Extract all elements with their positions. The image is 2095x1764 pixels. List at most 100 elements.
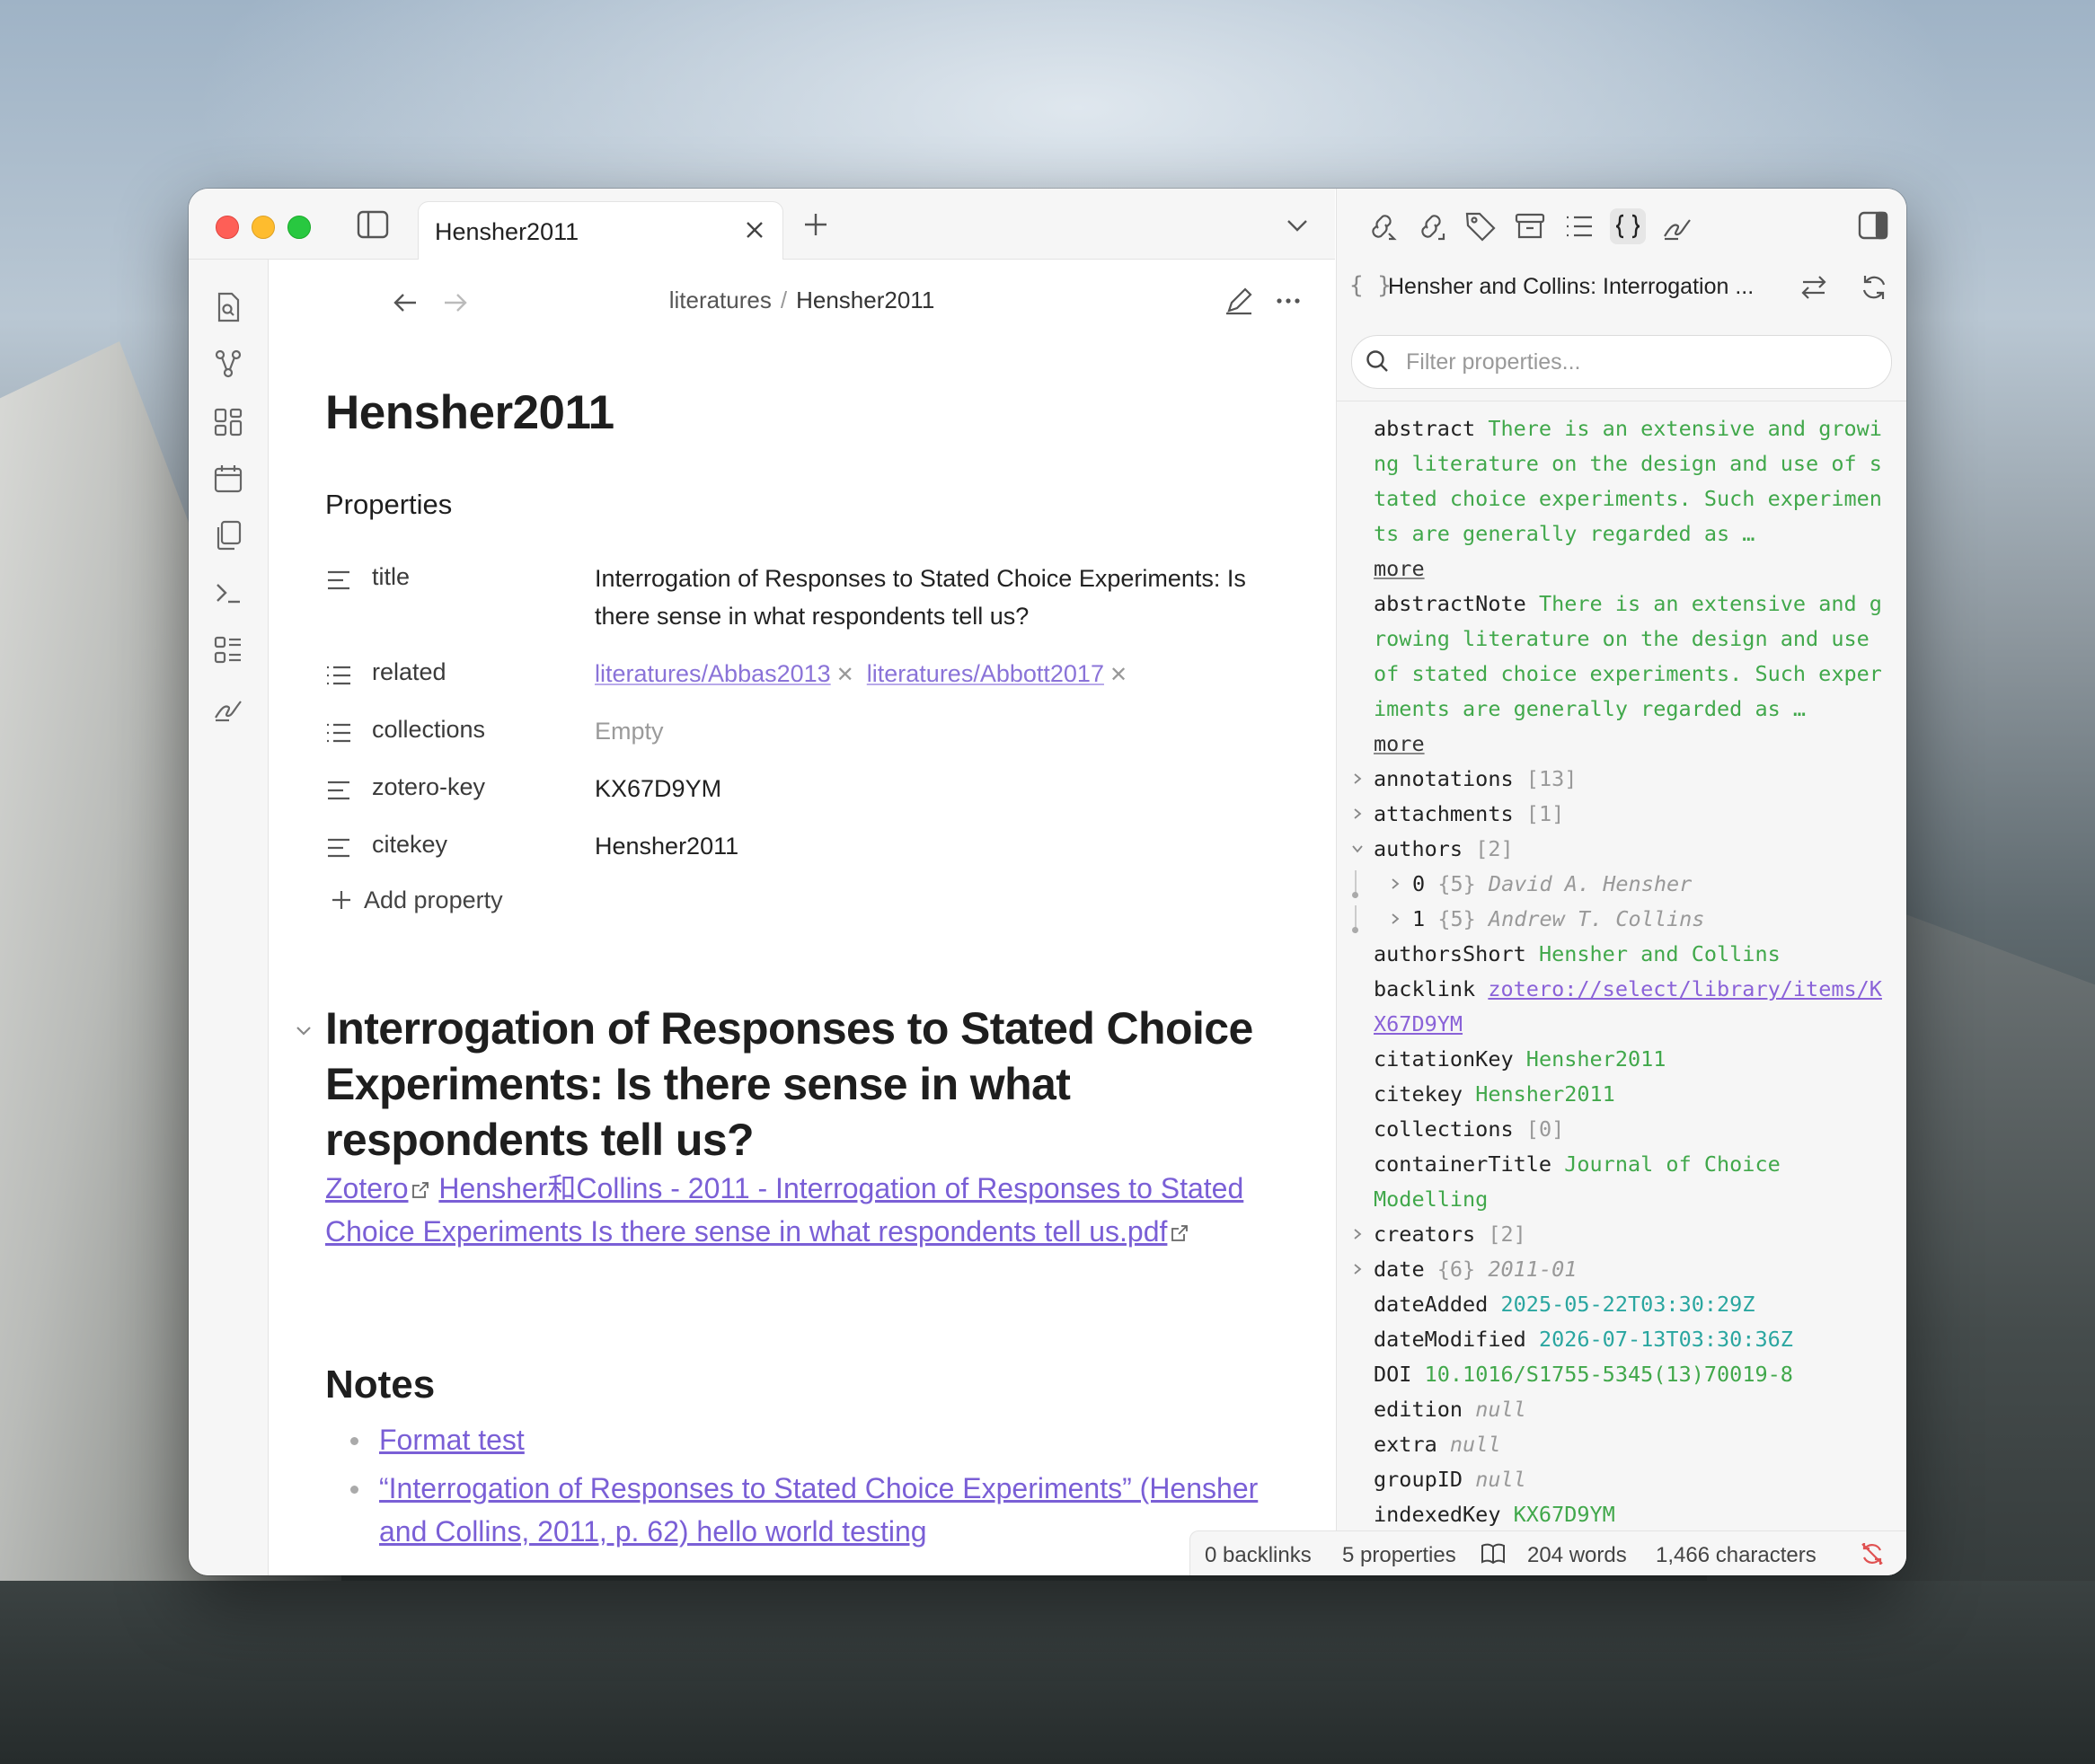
list-layout-icon[interactable] [211,633,245,667]
json-key: backlink [1374,976,1476,1001]
json-entry-citekey[interactable]: citekey Hensher2011 [1337,1077,1906,1112]
text-property-icon[interactable] [325,834,352,861]
quick-switcher-icon[interactable] [211,290,245,324]
signature-icon[interactable] [211,691,245,725]
json-entry-creators[interactable]: creators [2] [1337,1217,1906,1252]
json-properties-braces-icon[interactable] [1610,208,1646,244]
notes-heading[interactable]: Notes [325,1363,435,1407]
zotero-link[interactable]: Zotero [325,1172,408,1204]
more-link[interactable]: more [1374,731,1425,756]
chevron-down-icon[interactable] [1351,842,1364,855]
breadcrumb-current[interactable]: Hensher2011 [796,287,934,313]
property-value[interactable]: KX67D9YM [595,770,1277,807]
pdf-link[interactable]: Hensher和Collins - 2011 - Interrogation o… [325,1172,1243,1248]
archive-icon[interactable] [1512,208,1548,244]
note-title[interactable]: Hensher2011 [325,385,614,440]
filter-properties-field[interactable] [1351,335,1892,389]
json-entry-annotations[interactable]: annotations [13] [1337,762,1906,797]
properties-heading[interactable]: Properties [325,489,452,521]
character-count[interactable]: 1,466 characters [1656,1543,1817,1568]
property-key[interactable]: collections [372,716,485,744]
remove-link-icon[interactable]: ✕ [1109,663,1127,687]
json-entry-authorsShort[interactable]: authorsShort Hensher and Collins [1337,937,1906,972]
property-key[interactable]: zotero-key [372,773,485,801]
more-link[interactable]: more [1374,556,1425,581]
close-window-button[interactable] [216,216,239,239]
calendar-icon[interactable] [211,462,245,496]
tab-list-chevron-down-icon[interactable] [1283,212,1312,239]
json-entry-dateModified[interactable]: dateModified 2026-07-13T03:30:36Z [1337,1322,1906,1357]
property-key[interactable]: citekey [372,831,447,859]
copy-files-icon[interactable] [211,518,245,552]
chevron-right-icon[interactable] [1389,913,1401,925]
json-entry-dateAdded[interactable]: dateAdded 2025-05-22T03:30:29Z [1337,1287,1906,1322]
text-property-icon[interactable] [325,777,352,804]
json-entry-indexedKey[interactable]: indexedKey KX67D9YM [1337,1497,1906,1532]
json-entry-backlink[interactable]: backlink zotero://select/library/items/K… [1337,972,1906,1042]
refresh-icon[interactable] [1859,272,1889,303]
edit-pencil-icon[interactable] [1223,285,1255,317]
main-heading[interactable]: Interrogation of Responses to Stated Cho… [325,1001,1277,1168]
property-value[interactable]: Hensher2011 [595,827,1277,865]
related-link[interactable]: literatures/Abbott2017 [867,660,1104,687]
signature-icon[interactable] [1660,208,1696,244]
json-entry-containerTitle[interactable]: containerTitle Journal of Choice Modelli… [1337,1147,1906,1217]
tab-title: Hensher2011 [435,218,579,245]
related-link[interactable]: literatures/Abbas2013 [595,660,831,687]
json-entry-author-0[interactable]: 0 {5} David A. Hensher [1337,867,1906,902]
list-item: Format test [325,1418,1277,1461]
add-property-button[interactable]: Add property [330,886,503,914]
word-count[interactable]: 204 words [1527,1543,1627,1568]
canvas-icon[interactable] [211,405,245,439]
remove-link-icon[interactable]: ✕ [836,663,854,687]
property-key[interactable]: related [372,658,446,686]
outgoing-links-icon[interactable] [1413,208,1449,244]
tab-active[interactable]: Hensher2011 [418,201,783,260]
properties-count[interactable]: 5 properties [1342,1543,1456,1568]
minimize-window-button[interactable] [252,216,275,239]
json-entry-author-1[interactable]: 1 {5} Andrew T. Collins [1337,902,1906,937]
close-tab-icon[interactable] [743,218,766,242]
json-entry-collections[interactable]: collections [0] [1337,1112,1906,1147]
text-property-icon[interactable] [325,567,352,594]
chevron-right-icon[interactable] [1351,772,1364,785]
chevron-right-icon[interactable] [1351,807,1364,820]
sync-disabled-icon[interactable] [1859,1540,1886,1567]
more-options-icon[interactable] [1272,285,1304,317]
list-property-icon[interactable] [325,662,352,689]
graph-view-icon[interactable] [211,347,245,381]
note-link[interactable]: Format test [379,1424,525,1456]
json-entry-groupID[interactable]: groupID null [1337,1462,1906,1497]
json-entry-abstractNote[interactable]: abstractNote There is an extensive and g… [1337,587,1906,762]
swap-arrows-icon[interactable] [1799,272,1829,303]
json-entry-authors[interactable]: authors [2] [1337,832,1906,867]
backlinks-count[interactable]: 0 backlinks [1205,1543,1312,1568]
left-sidebar-toggle-icon[interactable] [356,208,390,241]
reading-book-icon[interactable] [1480,1540,1507,1567]
right-sidebar-toggle-icon[interactable] [1857,210,1889,241]
json-entry-abstract[interactable]: abstract There is an extensive and growi… [1337,411,1906,587]
chevron-right-icon[interactable] [1351,1228,1364,1240]
json-entry-citationKey[interactable]: citationKey Hensher2011 [1337,1042,1906,1077]
collapse-chevron-down-icon[interactable] [293,1020,314,1042]
json-entry-edition[interactable]: edition null [1337,1392,1906,1427]
new-tab-plus-icon[interactable] [800,208,832,241]
note-link[interactable]: “Interrogation of Responses to Stated Ch… [379,1472,1258,1548]
filter-properties-input[interactable] [1404,345,1875,379]
breadcrumb-folder[interactable]: literatures [669,287,772,313]
chevron-right-icon[interactable] [1389,878,1401,890]
chevron-right-icon[interactable] [1351,1263,1364,1275]
property-key[interactable]: title [372,563,410,591]
tag-icon[interactable] [1463,208,1498,244]
json-entry-DOI[interactable]: DOI 10.1016/S1755-5345(13)70019-8 [1337,1357,1906,1392]
property-value[interactable]: Interrogation of Responses to Stated Cho… [595,560,1277,635]
property-value-empty[interactable]: Empty [595,712,1277,750]
terminal-icon[interactable] [211,576,245,610]
backlinks-icon[interactable] [1364,208,1400,244]
maximize-window-button[interactable] [287,216,311,239]
json-entry-attachments[interactable]: attachments [1] [1337,797,1906,832]
outline-list-icon[interactable] [1561,208,1597,244]
list-property-icon[interactable] [325,719,352,746]
json-entry-date[interactable]: date {6} 2011-01 [1337,1252,1906,1287]
json-entry-extra[interactable]: extra null [1337,1427,1906,1462]
